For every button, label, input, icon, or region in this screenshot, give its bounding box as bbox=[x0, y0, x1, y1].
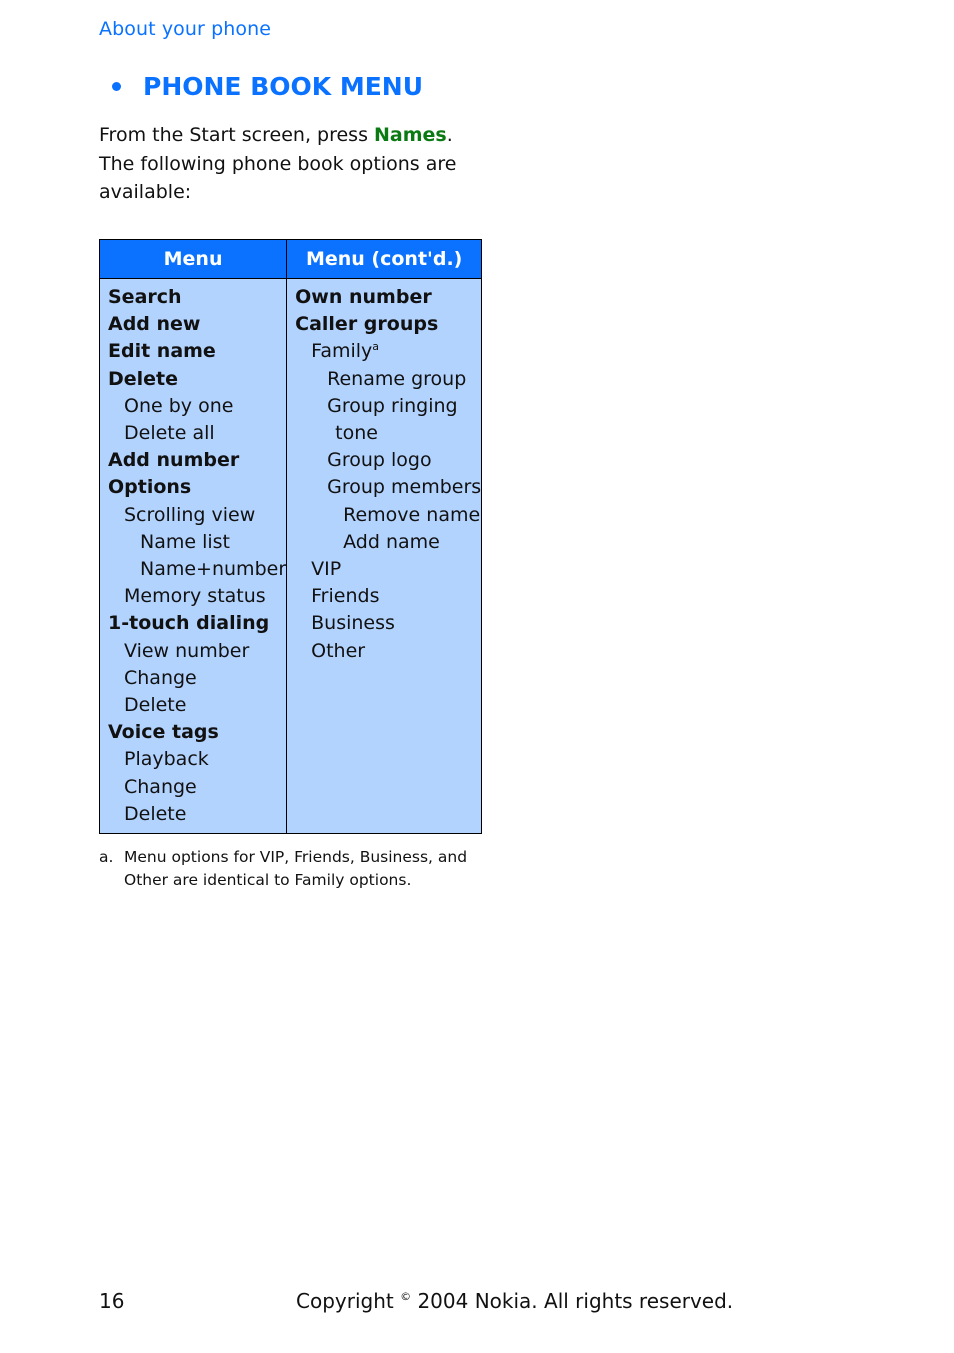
section-title-text: PHONE BOOK MENU bbox=[143, 72, 424, 101]
menu-item: Delete all bbox=[124, 422, 215, 445]
menu-item: Delete bbox=[124, 694, 187, 717]
menu-item: Name list bbox=[140, 530, 230, 553]
running-header: About your phone bbox=[99, 18, 272, 40]
menu-item: Add number bbox=[108, 449, 240, 472]
menu-item: Edit name bbox=[108, 340, 216, 363]
page-number: 16 bbox=[99, 1289, 125, 1313]
footnote-reference: a bbox=[372, 340, 380, 354]
menu-item: Change bbox=[124, 666, 197, 689]
menu-item: tone bbox=[335, 422, 378, 445]
menu-item: Group members bbox=[327, 476, 482, 499]
menu-item: Voice tags bbox=[108, 721, 219, 744]
menu-item: Caller groups bbox=[295, 313, 439, 336]
menu-column-1: Search Add new Edit name Delete One by one De… bbox=[98, 278, 288, 834]
menu-item: Name+number bbox=[140, 558, 287, 581]
menu-item: Add new bbox=[108, 313, 201, 336]
menu-item: Scrolling view bbox=[124, 503, 256, 526]
menu-item: One by one bbox=[124, 394, 234, 417]
menu-item: Playback bbox=[124, 748, 209, 771]
footnote-text: Menu options for VIP, Friends, Business,… bbox=[124, 848, 468, 889]
menu-item: Memory status bbox=[124, 585, 266, 608]
table-header-row: Menu Menu (cont'd.) bbox=[98, 239, 483, 279]
menu-item: Group ringing bbox=[327, 394, 458, 417]
table-row: Search Add new Edit name Delete One by one De… bbox=[98, 278, 483, 834]
intro-paragraph: From the Start screen, press Names. The … bbox=[99, 121, 469, 207]
menu-item: Group logo bbox=[327, 449, 432, 472]
menu-item: Delete bbox=[108, 367, 179, 390]
intro-text-before: From the Start screen, press bbox=[99, 124, 375, 146]
section-title: PHONE BOOK MENU bbox=[108, 72, 423, 101]
menu-item: Change bbox=[124, 775, 197, 798]
menu-item: Search bbox=[108, 286, 182, 308]
menu-item: Business bbox=[311, 612, 395, 635]
menu-item: Options bbox=[108, 476, 192, 499]
bullet-icon bbox=[112, 82, 121, 91]
menu-item: Own number bbox=[295, 286, 432, 308]
menu-item: 1-touch dialing bbox=[108, 612, 270, 635]
copyright-symbol: © bbox=[400, 1290, 412, 1303]
menu-item: Friends bbox=[311, 585, 380, 608]
column-header-menu: Menu bbox=[98, 239, 288, 279]
menu-item: Remove name bbox=[343, 503, 481, 526]
copyright-notice: Copyright © 2004 Nokia. All rights reser… bbox=[296, 1289, 734, 1313]
menu-item: Add name bbox=[343, 530, 440, 553]
menu-item: Familya bbox=[311, 340, 380, 363]
column-header-menu-contd: Menu (cont'd.) bbox=[286, 239, 483, 279]
names-keyword: Names bbox=[374, 124, 447, 146]
phone-book-menu-table: Menu Menu (cont'd.) Search Add new Edit na… bbox=[98, 239, 483, 834]
menu-item: Rename group bbox=[327, 367, 467, 390]
menu-item: Other bbox=[311, 639, 366, 662]
menu-item: Delete bbox=[124, 802, 187, 825]
footnote: a. Menu options for VIP, Friends, Busine… bbox=[99, 846, 469, 892]
menu-column-2: Own number Caller groups Familya Rename gro… bbox=[286, 278, 483, 834]
menu-item: View number bbox=[124, 639, 250, 662]
footnote-mark: a. bbox=[99, 848, 114, 866]
menu-item: VIP bbox=[311, 558, 342, 581]
